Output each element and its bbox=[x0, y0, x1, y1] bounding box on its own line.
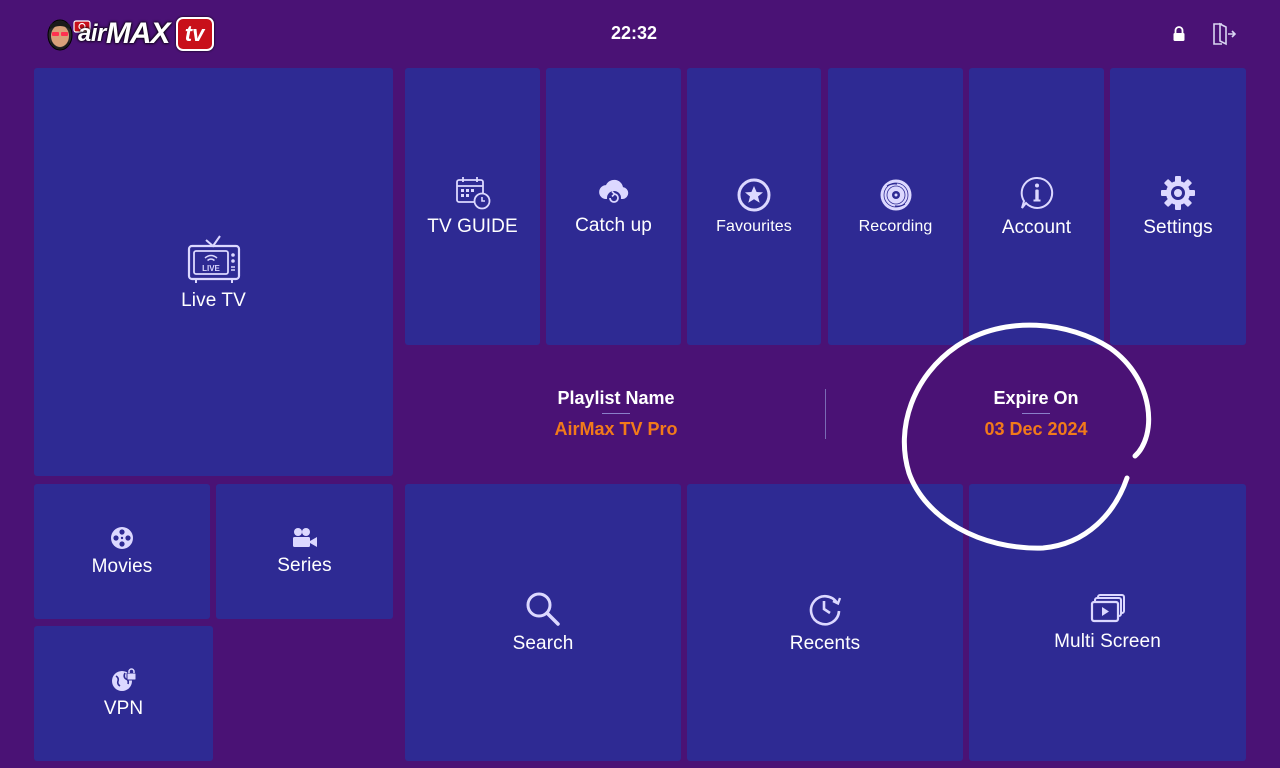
live-badge-text: LIVE bbox=[202, 264, 220, 273]
series-tile[interactable]: Series bbox=[216, 484, 393, 619]
info-divider bbox=[825, 389, 826, 439]
movies-tile[interactable]: Movies bbox=[34, 484, 210, 619]
movies-label: Movies bbox=[91, 555, 153, 577]
star-circle-icon bbox=[737, 178, 771, 212]
live-tv-icon: LIVE bbox=[186, 232, 242, 284]
tv-guide-tile[interactable]: TV GUIDE bbox=[405, 68, 540, 345]
recording-tile[interactable]: Recording bbox=[828, 68, 963, 345]
tv-guide-label: TV GUIDE bbox=[427, 215, 518, 237]
history-clock-icon bbox=[807, 591, 843, 627]
cloud-replay-icon bbox=[596, 177, 632, 209]
playlist-underline bbox=[602, 413, 630, 414]
expire-on-label: Expire On bbox=[993, 388, 1079, 408]
multi-screen-label: Multi Screen bbox=[1054, 630, 1161, 652]
favourites-tile[interactable]: Favourites bbox=[687, 68, 821, 345]
globe-lock-icon bbox=[111, 667, 137, 692]
playlist-name-label: Playlist Name bbox=[557, 388, 675, 408]
expire-info: Expire On 03 Dec 2024 bbox=[886, 388, 1186, 440]
expire-on-value: 03 Dec 2024 bbox=[984, 419, 1088, 439]
settings-label: Settings bbox=[1143, 216, 1213, 238]
favourites-label: Favourites bbox=[716, 217, 792, 235]
vpn-tile[interactable]: VPN bbox=[34, 626, 213, 761]
info-bubble-icon bbox=[1019, 175, 1055, 211]
search-label: Search bbox=[512, 632, 574, 654]
account-tile[interactable]: Account bbox=[969, 68, 1104, 345]
playlist-name-value: AirMax TV Pro bbox=[554, 419, 678, 439]
playlist-info: Playlist Name AirMax TV Pro bbox=[466, 388, 766, 440]
clock: 22:32 bbox=[610, 23, 658, 43]
recents-tile[interactable]: Recents bbox=[687, 484, 963, 761]
series-label: Series bbox=[277, 554, 332, 576]
expire-underline bbox=[1022, 413, 1050, 414]
catch-up-label: Catch up bbox=[575, 214, 652, 236]
lock-icon[interactable] bbox=[1172, 26, 1186, 42]
vinyl-disc-icon bbox=[879, 178, 913, 212]
live-tv-tile[interactable]: LIVE Live TV bbox=[34, 68, 393, 476]
multi-screen-tile[interactable]: Multi Screen bbox=[969, 484, 1246, 761]
logout-icon[interactable] bbox=[1211, 22, 1237, 46]
film-reel-icon bbox=[110, 526, 134, 550]
recording-label: Recording bbox=[858, 217, 933, 235]
account-label: Account bbox=[1001, 216, 1072, 238]
multi-screen-icon bbox=[1090, 593, 1126, 625]
settings-tile[interactable]: Settings bbox=[1110, 68, 1246, 345]
live-tv-label: Live TV bbox=[181, 290, 246, 311]
search-icon bbox=[525, 591, 561, 627]
search-tile[interactable]: Search bbox=[405, 484, 681, 761]
video-camera-icon bbox=[292, 527, 318, 549]
calendar-clock-icon bbox=[455, 176, 491, 210]
vpn-label: VPN bbox=[103, 697, 144, 719]
recents-label: Recents bbox=[789, 632, 861, 654]
catch-up-tile[interactable]: Catch up bbox=[546, 68, 681, 345]
gear-icon bbox=[1160, 175, 1196, 211]
